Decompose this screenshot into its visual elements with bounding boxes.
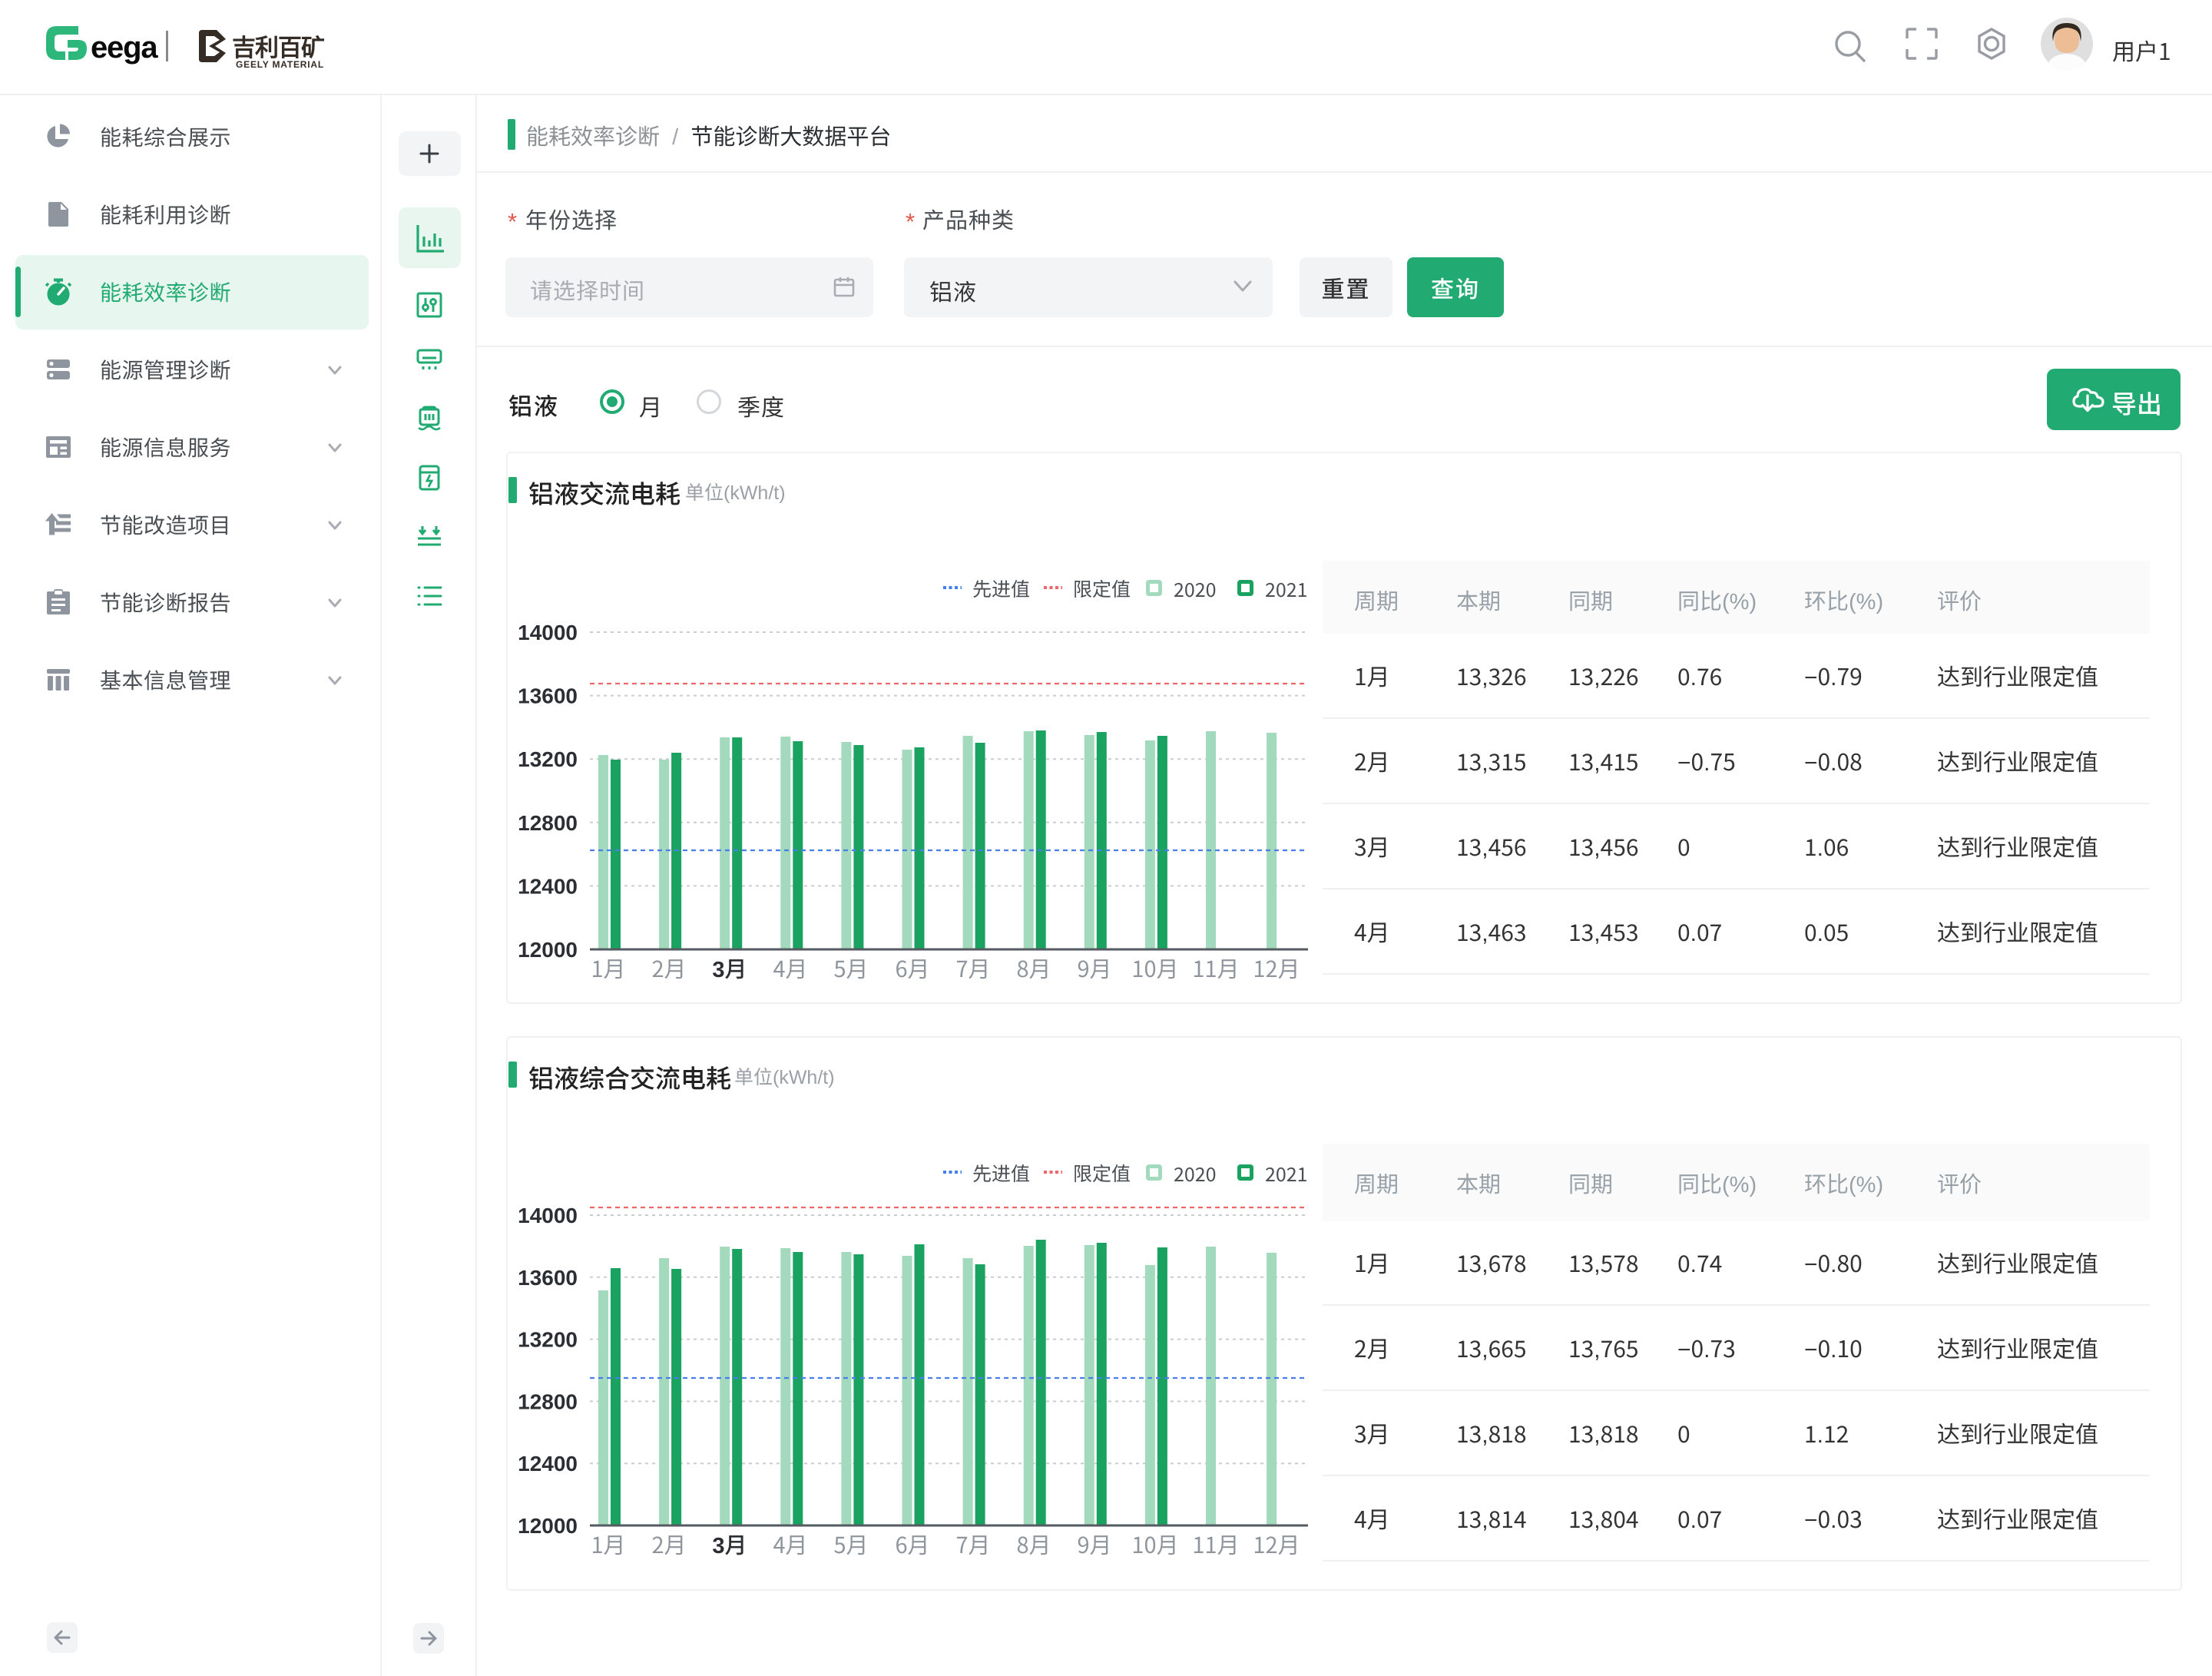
svg-text:4月: 4月 — [773, 1528, 807, 1560]
svg-text:7月: 7月 — [955, 952, 990, 984]
svg-text:12400: 12400 — [518, 1452, 578, 1476]
svg-text:10月: 10月 — [1131, 1528, 1178, 1560]
svg-text:9月: 9月 — [1077, 952, 1111, 984]
svg-text:13200: 13200 — [518, 1328, 578, 1352]
svg-text:14000: 14000 — [518, 621, 578, 644]
svg-text:8月: 8月 — [1016, 1528, 1051, 1560]
svg-text:6月: 6月 — [895, 1528, 929, 1560]
svg-text:8月: 8月 — [1016, 952, 1051, 984]
svg-text:6月: 6月 — [895, 952, 929, 984]
svg-text:2月: 2月 — [651, 1528, 686, 1560]
svg-text:13600: 13600 — [518, 1266, 578, 1290]
svg-text:12000: 12000 — [518, 1514, 578, 1538]
svg-text:2月: 2月 — [651, 952, 686, 984]
svg-text:12月: 12月 — [1253, 952, 1300, 984]
svg-text:11月: 11月 — [1192, 1528, 1239, 1560]
svg-text:12月: 12月 — [1253, 1528, 1300, 1560]
svg-text:10月: 10月 — [1131, 952, 1178, 984]
svg-text:12400: 12400 — [518, 874, 578, 898]
svg-text:3月: 3月 — [712, 952, 747, 984]
svg-text:12000: 12000 — [518, 938, 578, 962]
svg-text:4月: 4月 — [773, 952, 807, 984]
svg-text:1月: 1月 — [591, 1528, 625, 1560]
svg-text:12800: 12800 — [518, 1389, 578, 1413]
svg-text:eega: eega — [91, 31, 158, 65]
svg-text:5月: 5月 — [833, 952, 868, 984]
svg-text:GEELY MATERIAL: GEELY MATERIAL — [236, 59, 324, 70]
svg-text:5月: 5月 — [833, 1528, 868, 1560]
svg-text:7月: 7月 — [955, 1528, 990, 1560]
svg-text:13600: 13600 — [518, 684, 578, 708]
svg-text:11月: 11月 — [1192, 952, 1239, 984]
svg-text:14000: 14000 — [518, 1204, 578, 1227]
svg-text:12800: 12800 — [518, 811, 578, 835]
svg-text:吉利百矿: 吉利百矿 — [232, 28, 325, 63]
svg-text:1月: 1月 — [591, 952, 625, 984]
svg-text:9月: 9月 — [1077, 1528, 1111, 1560]
svg-text:3月: 3月 — [712, 1528, 747, 1560]
svg-text:13200: 13200 — [518, 747, 578, 771]
